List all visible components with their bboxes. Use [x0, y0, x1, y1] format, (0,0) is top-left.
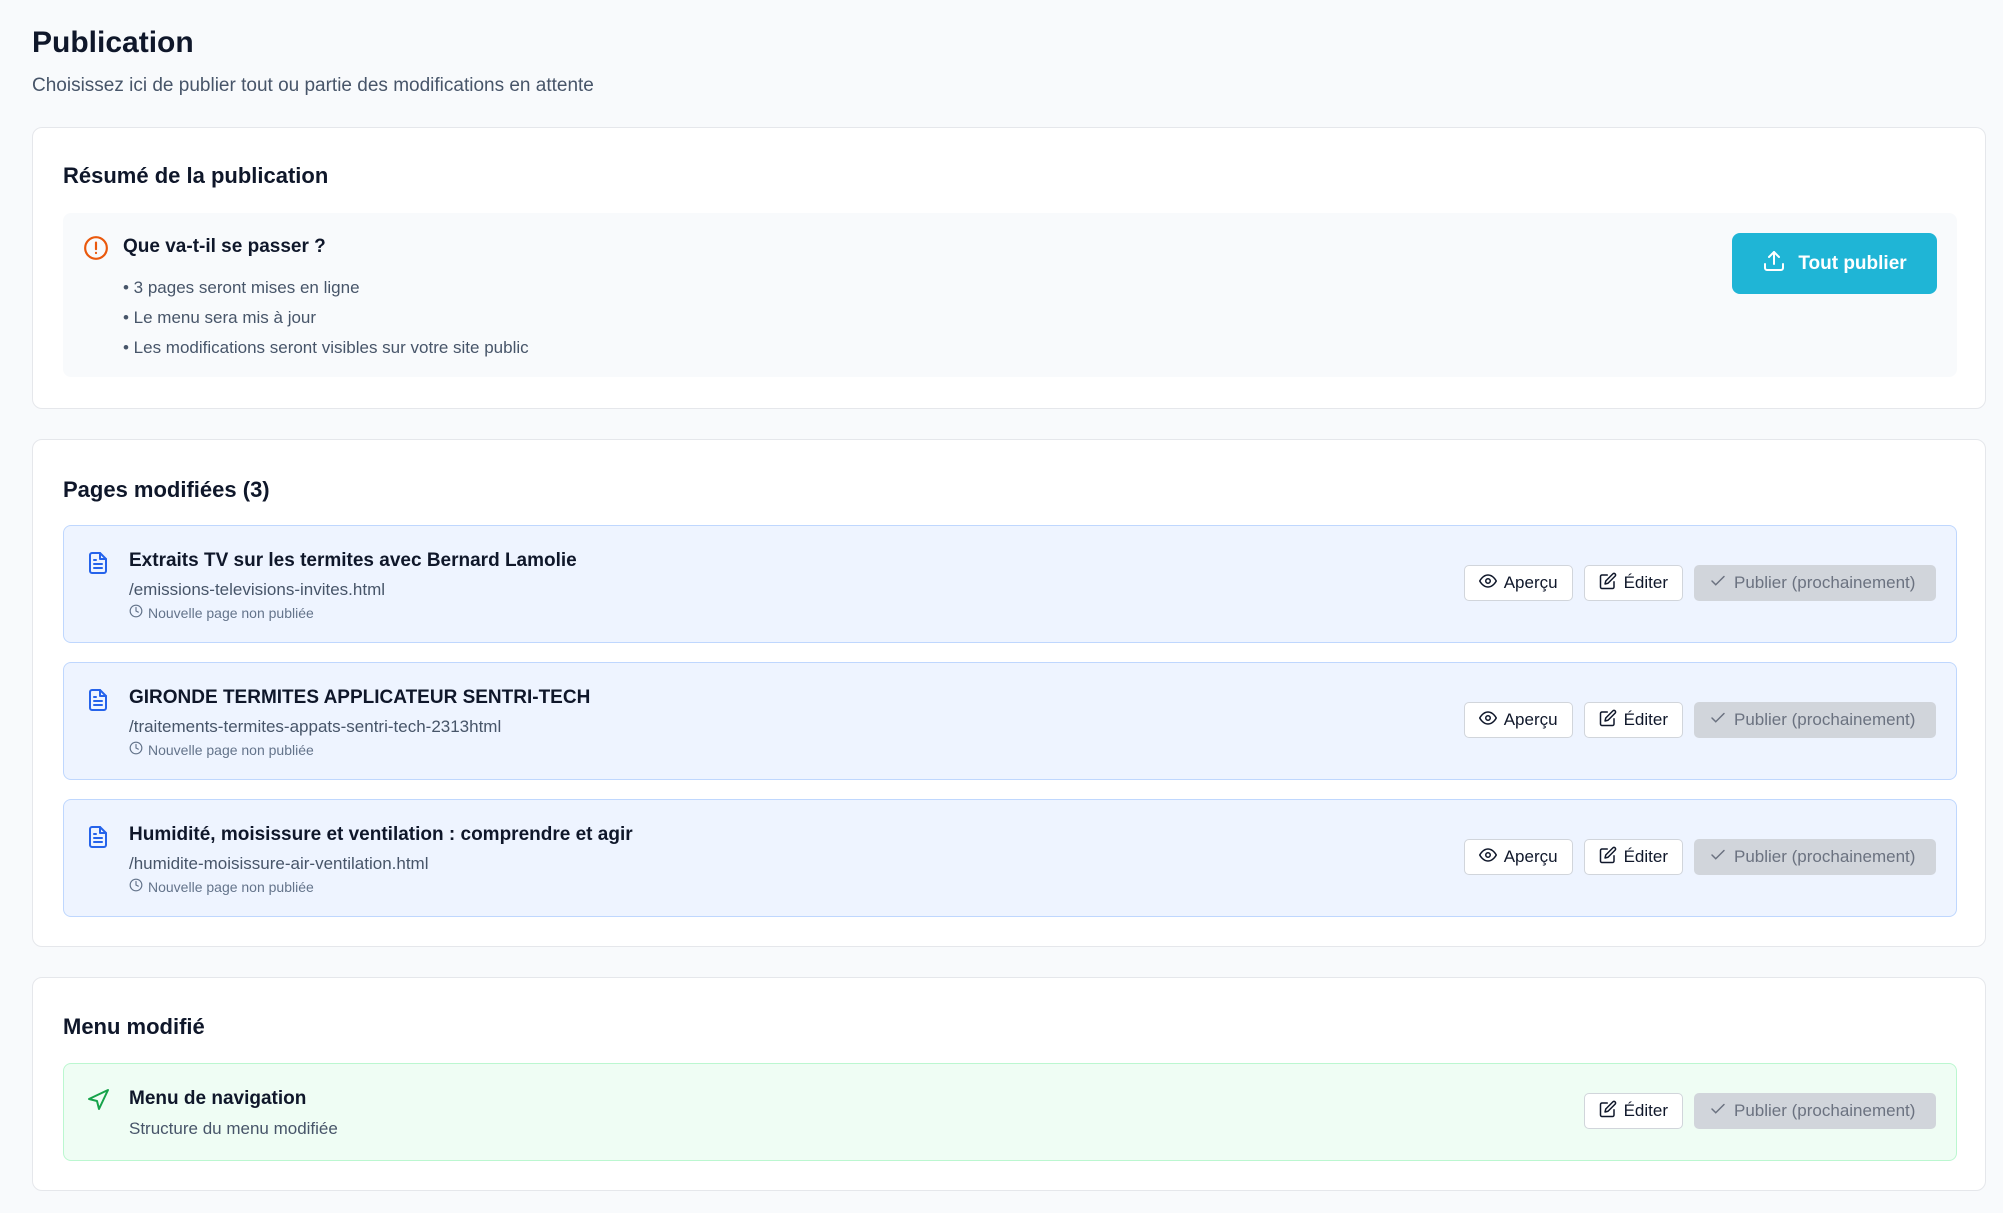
preview-label: Aperçu: [1503, 573, 1558, 592]
page-path: /emissions-televisions-invites.html: [129, 580, 386, 599]
check-icon: [1709, 709, 1727, 732]
page-path: /humidite-moisissure-air-ventilation.htm…: [129, 854, 429, 873]
check-icon: [1709, 572, 1727, 595]
page-title-text: Extraits TV sur les termites avec Bernar…: [129, 550, 577, 571]
page-row: Extraits TV sur les termites avec Bernar…: [63, 525, 1957, 643]
edit-menu-button[interactable]: Éditer: [1583, 1093, 1683, 1129]
edit-button[interactable]: Éditer: [1583, 565, 1683, 601]
menu-row: Menu de navigation Structure du menu mod…: [63, 1063, 1957, 1161]
file-text-icon: [86, 824, 112, 850]
publish-menu-button[interactable]: Publier (prochainement): [1694, 1093, 1936, 1129]
edit-icon: [1599, 1100, 1617, 1123]
summary-item: • 3 pages seront mises en ligne: [123, 278, 360, 297]
menu-title: Menu modifié: [63, 1014, 205, 1039]
page-path: /traitements-termites-appats-sentri-tech…: [129, 717, 502, 736]
menu-actions: Éditer Publier (prochainement): [1583, 1093, 1936, 1129]
summary-question: Que va-t-il se passer ?: [123, 236, 326, 257]
page-actions: Aperçu Éditer Publier (prochainement): [1463, 702, 1936, 738]
preview-button[interactable]: Aperçu: [1463, 839, 1573, 875]
menu-item-subtitle: Structure du menu modifiée: [129, 1119, 338, 1138]
page-status-label: Nouvelle page non publiée: [148, 878, 314, 895]
summary-info-box: Que va-t-il se passer ? • 3 pages seront…: [63, 213, 1957, 377]
page-status-label: Nouvelle page non publiée: [148, 604, 314, 621]
preview-button[interactable]: Aperçu: [1463, 565, 1573, 601]
clock-icon: [129, 878, 143, 895]
page-status: Nouvelle page non publiée: [129, 878, 314, 895]
alert-circle-icon: [83, 235, 109, 261]
edit-icon: [1599, 846, 1617, 869]
page-actions: Aperçu Éditer Publier (prochainement): [1463, 839, 1936, 875]
publish-all-button[interactable]: Tout publier: [1732, 233, 1937, 294]
summary-list: • 3 pages seront mises en ligne • Le men…: [123, 273, 529, 363]
preview-button[interactable]: Aperçu: [1463, 702, 1573, 738]
check-icon: [1709, 846, 1727, 869]
publish-label: Publier (prochainement): [1734, 573, 1916, 592]
page-row: Humidité, moisissure et ventilation : co…: [63, 799, 1957, 917]
publication-page: Publication Choisissez ici de publier to…: [0, 0, 2003, 1213]
edit-button[interactable]: Éditer: [1583, 702, 1683, 738]
edit-label: Éditer: [1623, 573, 1668, 592]
clock-icon: [129, 604, 143, 621]
preview-label: Aperçu: [1503, 710, 1558, 729]
edit-icon: [1599, 572, 1617, 595]
eye-icon: [1478, 572, 1497, 595]
page-status: Nouvelle page non publiée: [129, 604, 314, 621]
summary-card: Résumé de la publication Que va-t-il se …: [32, 127, 1986, 409]
upload-icon: [1762, 249, 1786, 279]
menu-card: Menu modifié Menu de navigation Structur…: [32, 977, 1986, 1191]
eye-icon: [1478, 846, 1497, 869]
edit-button[interactable]: Éditer: [1583, 839, 1683, 875]
edit-icon: [1599, 709, 1617, 732]
publish-button[interactable]: Publier (prochainement): [1694, 565, 1936, 601]
publish-button[interactable]: Publier (prochainement): [1694, 702, 1936, 738]
clock-icon: [129, 741, 143, 758]
preview-label: Aperçu: [1503, 847, 1558, 866]
page-title: Publication: [32, 26, 194, 59]
edit-label: Éditer: [1623, 710, 1668, 729]
page-row: GIRONDE TERMITES APPLICATEUR SENTRI-TECH…: [63, 662, 1957, 780]
summary-title: Résumé de la publication: [63, 163, 329, 188]
page-actions: Aperçu Éditer Publier (prochainement): [1463, 565, 1936, 601]
summary-item: • Les modifications seront visibles sur …: [123, 338, 529, 357]
page-title-text: GIRONDE TERMITES APPLICATEUR SENTRI-TECH: [129, 687, 591, 708]
navigation-icon: [86, 1088, 112, 1114]
publish-all-label: Tout publier: [1798, 252, 1907, 274]
page-title-text: Humidité, moisissure et ventilation : co…: [129, 824, 633, 845]
page-status: Nouvelle page non publiée: [129, 741, 314, 758]
pages-title: Pages modifiées (3): [63, 477, 270, 502]
file-text-icon: [86, 687, 112, 713]
edit-label: Éditer: [1623, 847, 1668, 866]
pages-card: Pages modifiées (3) Extraits TV sur les …: [32, 439, 1986, 947]
publish-label: Publier (prochainement): [1734, 1101, 1916, 1120]
summary-item: • Le menu sera mis à jour: [123, 308, 317, 327]
file-text-icon: [86, 550, 112, 576]
publish-label: Publier (prochainement): [1734, 710, 1916, 729]
menu-item-title: Menu de navigation: [129, 1088, 307, 1109]
check-icon: [1709, 1100, 1727, 1123]
page-subtitle: Choisissez ici de publier tout ou partie…: [32, 75, 594, 96]
edit-label: Éditer: [1623, 1101, 1668, 1120]
publish-label: Publier (prochainement): [1734, 847, 1916, 866]
eye-icon: [1478, 709, 1497, 732]
publish-button[interactable]: Publier (prochainement): [1694, 839, 1936, 875]
page-status-label: Nouvelle page non publiée: [148, 741, 314, 758]
